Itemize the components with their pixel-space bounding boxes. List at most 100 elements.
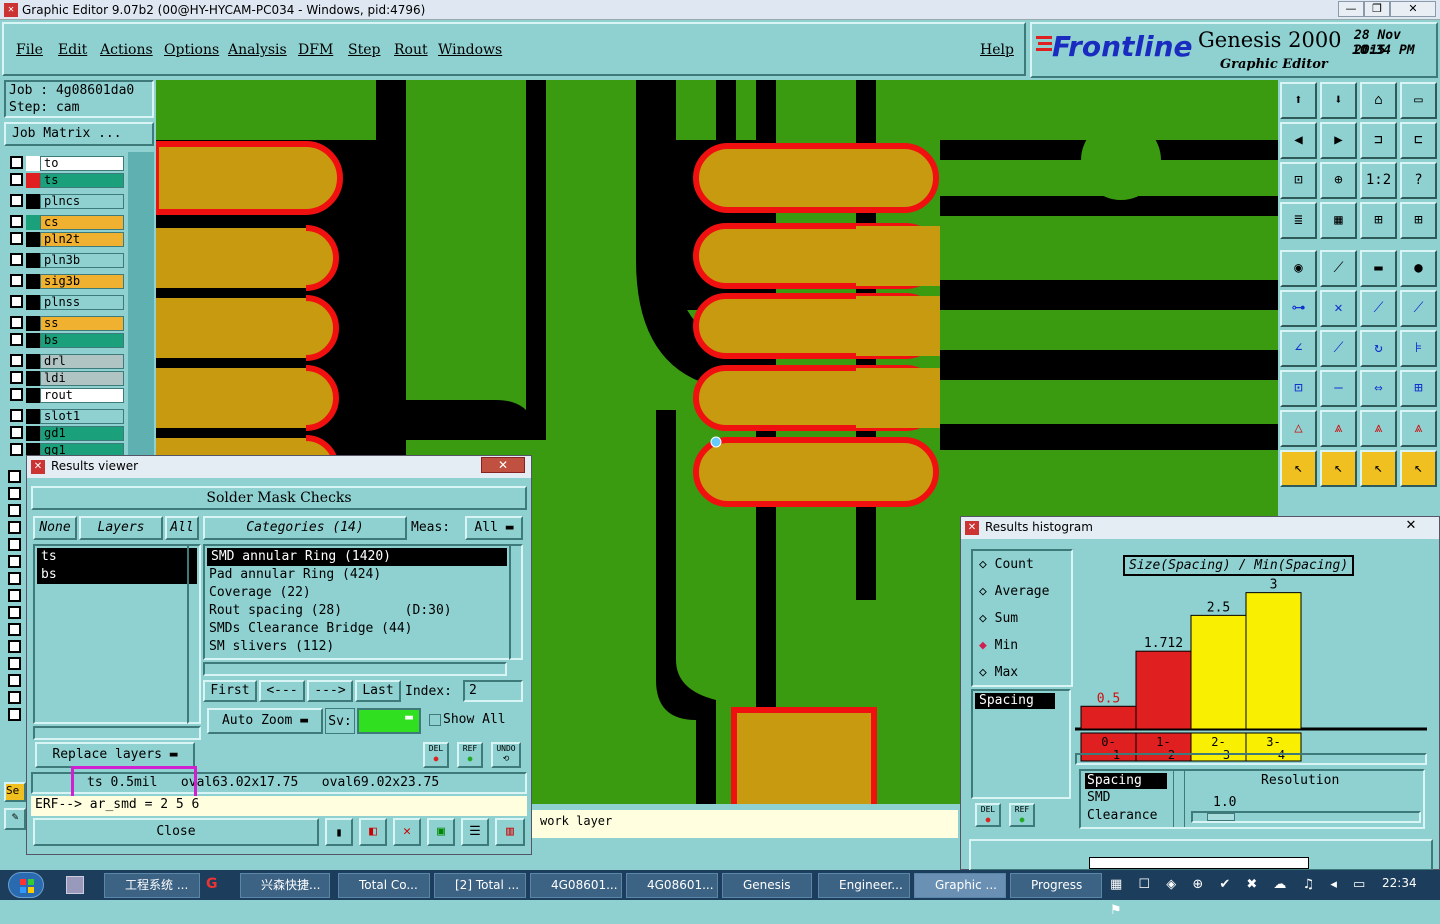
edit-icon[interactable]: ✎ bbox=[4, 808, 26, 830]
se-button[interactable]: Se bbox=[4, 782, 26, 802]
layer-item-ts[interactable]: ts bbox=[40, 173, 124, 188]
bottom-list-scrollbar[interactable] bbox=[1173, 771, 1185, 827]
layer-checkbox[interactable] bbox=[10, 316, 23, 329]
taskbar-item[interactable]: Graphic ... bbox=[914, 873, 1006, 898]
layer-item-plnss[interactable]: plnss bbox=[40, 295, 124, 310]
layer-checkbox[interactable] bbox=[8, 657, 21, 670]
minimize-button[interactable]: — bbox=[1338, 1, 1364, 17]
tool-9-2-icon[interactable]: ⩓ bbox=[1360, 410, 1397, 447]
layer-checkbox[interactable] bbox=[10, 333, 23, 346]
tool-10-1-icon[interactable]: ↖ bbox=[1320, 450, 1357, 487]
layer-color-swatch[interactable] bbox=[26, 354, 40, 369]
layer-color-swatch[interactable] bbox=[26, 253, 40, 268]
tool-6-1-icon[interactable]: ✕ bbox=[1320, 290, 1357, 327]
histogram-bar[interactable] bbox=[1135, 650, 1192, 730]
pan-down-icon[interactable]: ⬇ bbox=[1320, 82, 1357, 119]
option-sum[interactable]: ◇ Sum bbox=[979, 611, 1018, 626]
layer-checkbox[interactable] bbox=[10, 274, 23, 287]
tool-6-0-icon[interactable]: ⊶ bbox=[1280, 290, 1317, 327]
layer-checkbox[interactable] bbox=[10, 194, 23, 207]
layer-list-hscroll[interactable] bbox=[33, 726, 201, 740]
menu-analysis[interactable]: Analysis bbox=[228, 42, 287, 58]
tool-6-3-icon[interactable]: ⟋ bbox=[1400, 290, 1437, 327]
scale-icon[interactable]: 1:2 bbox=[1360, 162, 1397, 199]
taskbar-item[interactable]: Total Co... bbox=[338, 873, 430, 898]
layer-item-ss[interactable]: ss bbox=[40, 316, 124, 331]
menu-windows[interactable]: Windows bbox=[438, 42, 502, 58]
undo-button[interactable]: UNDO ⟲ bbox=[491, 742, 521, 768]
layer-checkbox[interactable] bbox=[8, 606, 21, 619]
tool-7-0-icon[interactable]: ∠ bbox=[1280, 330, 1317, 367]
tool-7-2-icon[interactable]: ↻ bbox=[1360, 330, 1397, 367]
taskbar-item[interactable]: [2] Total ... bbox=[434, 873, 526, 898]
option-count[interactable]: ◇ Count bbox=[979, 557, 1034, 572]
category-list-hscroll[interactable] bbox=[203, 662, 507, 676]
tool-10-0-icon[interactable]: ↖ bbox=[1280, 450, 1317, 487]
layer-item-bs[interactable]: bs bbox=[37, 566, 197, 584]
layer-color-swatch[interactable] bbox=[26, 409, 40, 424]
tool-5-1-icon[interactable]: ⟋ bbox=[1320, 250, 1357, 287]
taskbar-item[interactable]: Engineer... bbox=[818, 873, 910, 898]
sv-color-dropdown[interactable]: ▬ bbox=[357, 708, 421, 734]
ref-button[interactable]: REF ● bbox=[457, 742, 483, 768]
job-matrix-button[interactable]: Job Matrix ... bbox=[4, 122, 154, 146]
tool-5-0-icon[interactable]: ◉ bbox=[1280, 250, 1317, 287]
layer-checkbox[interactable] bbox=[8, 521, 21, 534]
app-g-icon[interactable]: G bbox=[206, 876, 232, 894]
layer-checkbox[interactable] bbox=[10, 409, 23, 422]
layer-color-swatch[interactable] bbox=[26, 333, 40, 348]
layer-color-swatch[interactable] bbox=[26, 156, 40, 171]
histogram-del-button[interactable]: DEL ● bbox=[975, 803, 1001, 827]
option-max[interactable]: ◇ Max bbox=[979, 665, 1018, 680]
taskbar-item[interactable]: 4G08601... bbox=[530, 873, 622, 898]
del-button[interactable]: DEL ● bbox=[423, 742, 449, 768]
menu-dfm[interactable]: DFM bbox=[298, 42, 333, 58]
layer-item-pln3b[interactable]: pln3b bbox=[40, 253, 124, 268]
tool-icon-4[interactable]: ▣ bbox=[427, 818, 455, 846]
next-button[interactable]: ---> bbox=[307, 680, 353, 702]
tool-icon-3[interactable]: ✕ bbox=[393, 818, 421, 846]
menu-options[interactable]: Options bbox=[164, 42, 219, 58]
layer-color-swatch[interactable] bbox=[26, 194, 40, 209]
bottom-item-spacing[interactable]: Spacing bbox=[1085, 773, 1167, 789]
start-button[interactable] bbox=[8, 872, 44, 898]
tool-icon-1[interactable]: ▮ bbox=[325, 818, 353, 846]
index-input[interactable]: 2 bbox=[463, 680, 523, 702]
layer-checkbox[interactable] bbox=[8, 487, 21, 500]
histogram-close-icon[interactable]: ✕ bbox=[1389, 518, 1433, 534]
layer-color-swatch[interactable] bbox=[26, 316, 40, 331]
pan-up-icon[interactable]: ⬆ bbox=[1280, 82, 1317, 119]
resolution-slider-thumb[interactable] bbox=[1207, 813, 1235, 821]
tool-icon-2[interactable]: ◧ bbox=[359, 818, 387, 846]
taskbar-item[interactable]: Progress bbox=[1010, 873, 1102, 898]
taskbar-item[interactable]: 兴森快捷... bbox=[240, 873, 330, 898]
results-viewer-close-icon[interactable]: ✕ bbox=[481, 457, 525, 473]
taskbar-item[interactable]: 工程系统 ... bbox=[104, 873, 200, 898]
quick-launch-icon[interactable] bbox=[66, 876, 84, 894]
category-item[interactable]: Rout spacing (28) (D:30) bbox=[205, 602, 521, 620]
prev-button[interactable]: <--- bbox=[259, 680, 305, 702]
layer-checkbox[interactable] bbox=[10, 295, 23, 308]
layer-item-slot1[interactable]: slot1 bbox=[40, 409, 124, 424]
category-item[interactable]: Coverage (22) bbox=[205, 584, 521, 602]
layer-color-swatch[interactable] bbox=[26, 274, 40, 289]
last-button[interactable]: Last bbox=[355, 680, 401, 702]
chart-hscroll[interactable] bbox=[1075, 753, 1427, 765]
histogram-bar[interactable] bbox=[1245, 592, 1302, 730]
bottom-item-clearance[interactable]: Clearance bbox=[1085, 807, 1167, 825]
category-list-scrollbar[interactable] bbox=[509, 544, 523, 660]
layer-checkbox[interactable] bbox=[10, 156, 23, 169]
menu-step[interactable]: Step bbox=[348, 42, 380, 58]
tool-8-1-icon[interactable]: — bbox=[1320, 370, 1357, 407]
layer-item-rout[interactable]: rout bbox=[40, 388, 124, 403]
menu-file[interactable]: File bbox=[16, 42, 43, 58]
category-item[interactable]: SMDs Clearance Bridge (44) bbox=[205, 620, 521, 638]
all-button[interactable]: All bbox=[165, 516, 199, 540]
tool-5-2-icon[interactable]: ▬ bbox=[1360, 250, 1397, 287]
snap-icon[interactable]: ⊞ bbox=[1360, 202, 1397, 239]
layers-button[interactable]: Layers bbox=[79, 516, 163, 540]
tool-8-3-icon[interactable]: ⊞ bbox=[1400, 370, 1437, 407]
layer-item-gd1[interactable]: gd1 bbox=[40, 426, 124, 441]
first-button[interactable]: First bbox=[203, 680, 257, 702]
layer-item-ldi[interactable]: ldi bbox=[40, 371, 124, 386]
